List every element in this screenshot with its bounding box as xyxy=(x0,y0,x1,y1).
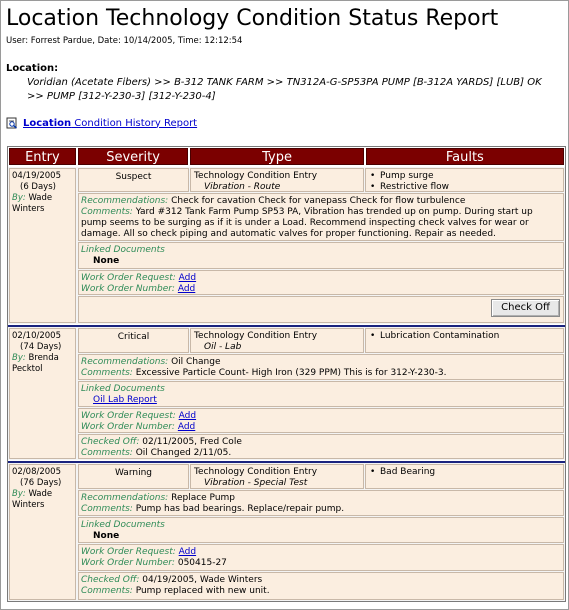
entry-cell: 04/19/2005 (6 Days) By: Wade Winters xyxy=(9,168,76,323)
user-info: User: Forrest Pardue, Date: 10/14/2005, … xyxy=(6,36,243,46)
history-report-link[interactable]: Location Condition History Report xyxy=(23,118,197,129)
faults-cell: Pump surge Restrictive flow xyxy=(365,168,564,192)
header-entry: Entry xyxy=(9,148,76,165)
header-type: Type xyxy=(190,148,364,165)
linked-documents-label: Linked Documents xyxy=(81,384,165,394)
fault-item: Restrictive flow xyxy=(370,182,559,193)
fault-item: Bad Bearing xyxy=(370,467,559,478)
linked-documents-label: Linked Documents xyxy=(81,245,165,255)
checked-off-label: Checked Off: xyxy=(81,437,140,447)
checked-off-comments: Oil Changed 2/11/05. xyxy=(135,448,232,458)
checked-off-comments: Pump replaced with new unit. xyxy=(135,586,270,596)
report-icon xyxy=(6,117,18,129)
linked-documents-value: None xyxy=(93,531,120,541)
entry-date: 04/19/2005 xyxy=(12,171,61,181)
fault-item: Lubrication Contamination xyxy=(370,331,559,342)
type-label: Technology Condition Entry xyxy=(194,171,318,181)
checked-off-cell: Checked Off: 02/11/2005, Fred Cole Comme… xyxy=(78,434,564,459)
recommendations-cell: Recommendations: Replace Pump Comments: … xyxy=(78,490,564,516)
header-severity: Severity xyxy=(77,148,189,165)
location-path: Voridian (Acetate Fibers) >> B-312 TANK … xyxy=(27,77,542,102)
faults-cell: Lubrication Contamination xyxy=(365,328,564,353)
history-report-link-row[interactable]: Location Condition History Report xyxy=(6,117,197,129)
recommendations-label: Recommendations: xyxy=(81,196,169,206)
table-header: Entry Severity Type Faults xyxy=(8,147,565,167)
record: 04/19/2005 (6 Days) By: Wade Winters Sus… xyxy=(8,167,565,324)
by-label: By: xyxy=(12,193,26,203)
checked-off-cell: Checked Off: 04/19/2005, Wade Winters Co… xyxy=(78,572,564,600)
type-label: Technology Condition Entry xyxy=(194,331,318,341)
by-label: By: xyxy=(12,353,26,363)
recommendations-label: Recommendations: xyxy=(81,357,169,367)
recommendations-text: Oil Change xyxy=(171,357,221,367)
comments-label: Comments: xyxy=(81,368,133,378)
comments-text: Pump has bad bearings. Replace/repair pu… xyxy=(135,504,345,514)
severity-cell: Critical xyxy=(78,328,189,353)
faults-cell: Bad Bearing xyxy=(365,464,564,489)
recommendations-cell: Recommendations: Oil Change Comments: Ex… xyxy=(78,354,564,380)
wo-request-label: Work Order Request: xyxy=(81,547,176,557)
type-label: Technology Condition Entry xyxy=(194,467,318,477)
checked-off-value: 02/11/2005, Fred Cole xyxy=(142,437,242,447)
severity-cell: Suspect xyxy=(78,168,189,192)
type-subtype: Vibration - Special Test xyxy=(204,478,308,488)
recommendations-label: Recommendations: xyxy=(81,493,169,503)
entry-cell: 02/08/2005 (76 Days) By: Wade Winters xyxy=(9,464,76,600)
linked-documents-value: None xyxy=(93,256,120,266)
type-subtype: Vibration - Route xyxy=(204,182,281,192)
wo-request-add-link[interactable]: Add xyxy=(179,547,196,557)
wo-number-label: Work Order Number: xyxy=(81,558,175,568)
wo-number-value: 050415-27 xyxy=(177,558,227,568)
comments-label: Comments: xyxy=(81,207,133,217)
type-subtype: Oil - Lab xyxy=(204,342,242,352)
entry-date: 02/08/2005 xyxy=(12,467,61,477)
entry-days: (76 Days) xyxy=(20,478,62,488)
linked-documents-cell: Linked Documents None xyxy=(78,242,564,269)
linked-documents-cell: Linked Documents Oil Lab Report xyxy=(78,381,564,407)
header-faults: Faults xyxy=(365,148,564,165)
entry-cell: 02/10/2005 (74 Days) By: Brenda Pecktol xyxy=(9,328,76,459)
wo-number-label: Work Order Number: xyxy=(81,422,175,432)
comments-text: Excessive Particle Count- High Iron (329… xyxy=(135,368,447,378)
checked-off-label: Checked Off: xyxy=(81,575,140,585)
wo-number-add-link[interactable]: Add xyxy=(178,422,195,432)
work-order-cell: Work Order Request: Add Work Order Numbe… xyxy=(78,270,564,295)
actions-cell: Check Off xyxy=(78,296,564,323)
work-order-cell: Work Order Request: Add Work Order Numbe… xyxy=(78,408,564,433)
type-cell: Technology Condition Entry Vibration - R… xyxy=(190,168,364,192)
comments-label: Comments: xyxy=(81,504,133,514)
record: 02/08/2005 (76 Days) By: Wade Winters Wa… xyxy=(8,463,565,601)
recommendations-cell: Recommendations: Check for cavation Chec… xyxy=(78,193,564,241)
fault-item: Pump surge xyxy=(370,171,559,182)
severity-cell: Warning xyxy=(78,464,189,489)
check-off-button[interactable]: Check Off xyxy=(491,299,560,317)
type-cell: Technology Condition Entry Oil - Lab xyxy=(190,328,364,353)
wo-request-label: Work Order Request: xyxy=(81,411,176,421)
oil-lab-report-link[interactable]: Oil Lab Report xyxy=(93,395,157,405)
entry-days: (74 Days) xyxy=(20,342,62,352)
record: 02/10/2005 (74 Days) By: Brenda Pecktol … xyxy=(8,327,565,460)
wo-number-label: Work Order Number: xyxy=(81,284,175,294)
entry-days: (6 Days) xyxy=(20,182,56,192)
comments-label: Comments: xyxy=(81,448,133,458)
recommendations-text: Replace Pump xyxy=(171,493,236,503)
comments-text: Yard #312 Tank Farm Pump SP53 PA, Vibrat… xyxy=(81,207,533,239)
linked-documents-label: Linked Documents xyxy=(81,520,165,530)
entry-date: 02/10/2005 xyxy=(12,331,61,341)
by-label: By: xyxy=(12,489,26,499)
location-label: Location: xyxy=(6,63,59,74)
wo-request-add-link[interactable]: Add xyxy=(179,273,196,283)
linked-documents-cell: Linked Documents None xyxy=(78,517,564,543)
recommendations-text: Check for cavation Check for vanepass Ch… xyxy=(171,196,466,206)
work-order-cell: Work Order Request: Add Work Order Numbe… xyxy=(78,544,564,571)
checked-off-value: 04/19/2005, Wade Winters xyxy=(142,575,263,585)
wo-number-add-link[interactable]: Add xyxy=(178,284,195,294)
wo-request-add-link[interactable]: Add xyxy=(179,411,196,421)
wo-request-label: Work Order Request: xyxy=(81,273,176,283)
type-cell: Technology Condition Entry Vibration - S… xyxy=(190,464,364,489)
report-table: Entry Severity Type Faults 04/19/2005 (6… xyxy=(7,146,566,602)
comments-label: Comments: xyxy=(81,586,133,596)
page-title: Location Technology Condition Status Rep… xyxy=(6,6,499,31)
